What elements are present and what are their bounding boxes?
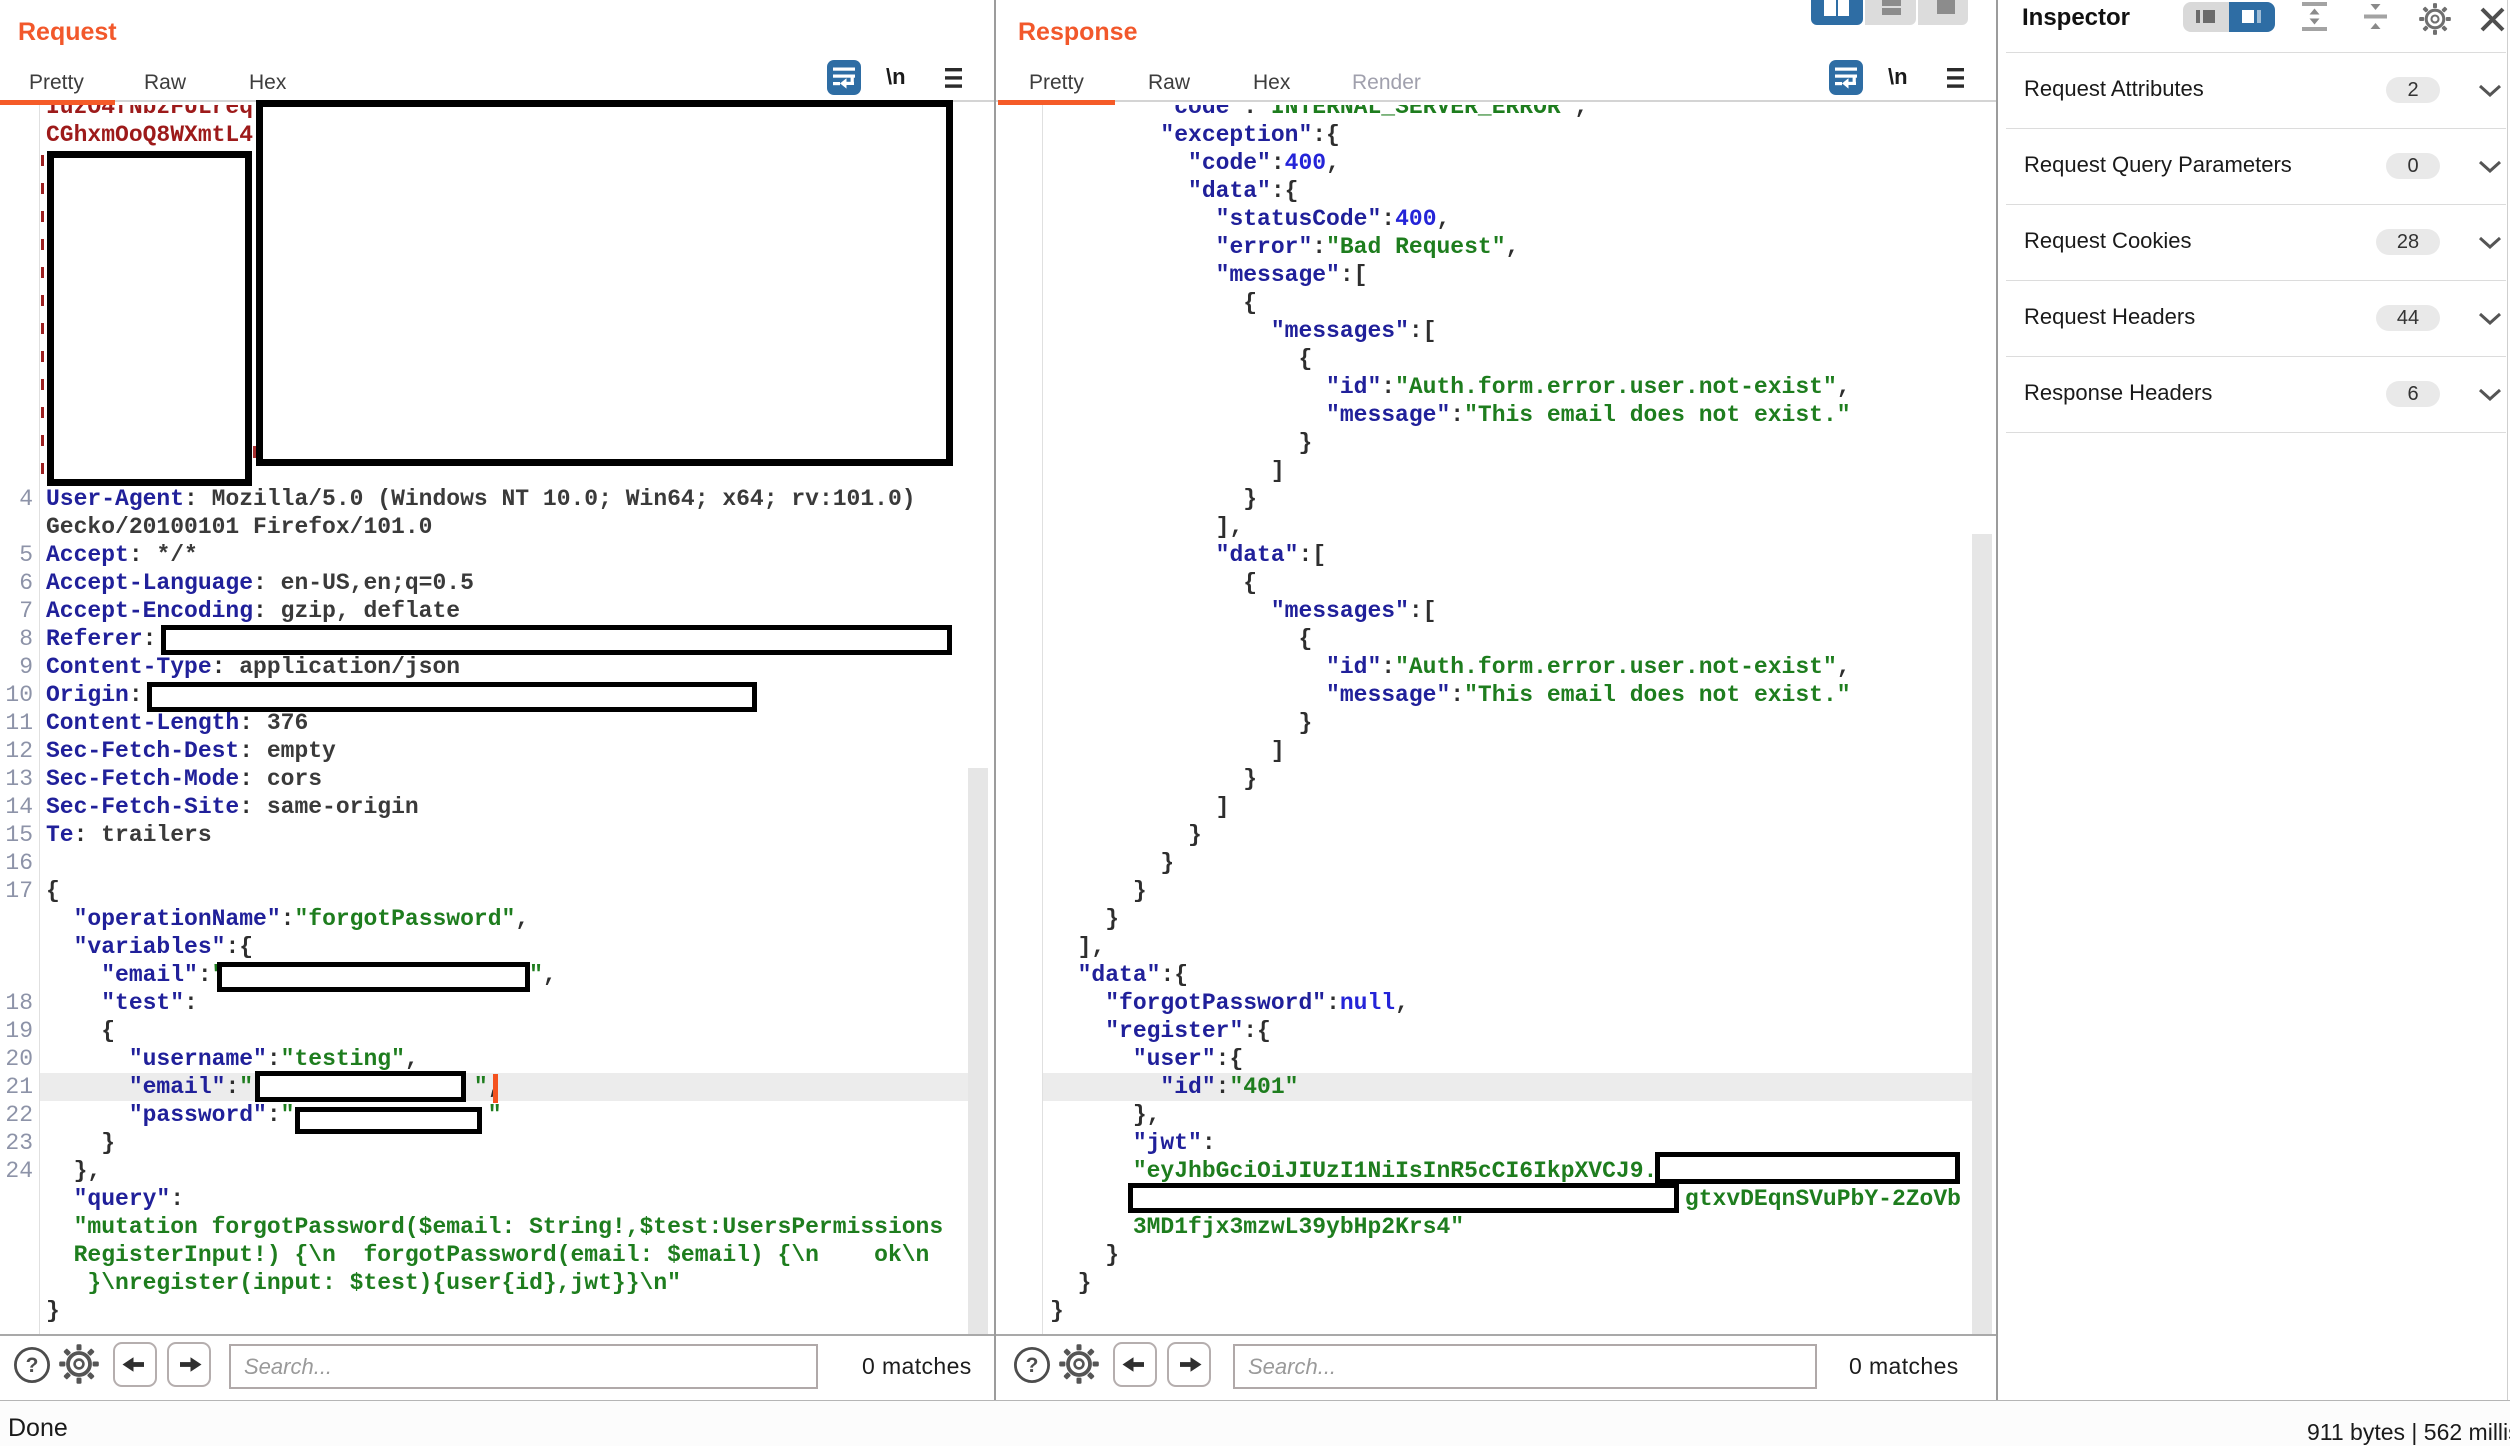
svg-text:?: ?	[26, 1354, 39, 1377]
svg-text:?: ?	[1026, 1354, 1039, 1377]
